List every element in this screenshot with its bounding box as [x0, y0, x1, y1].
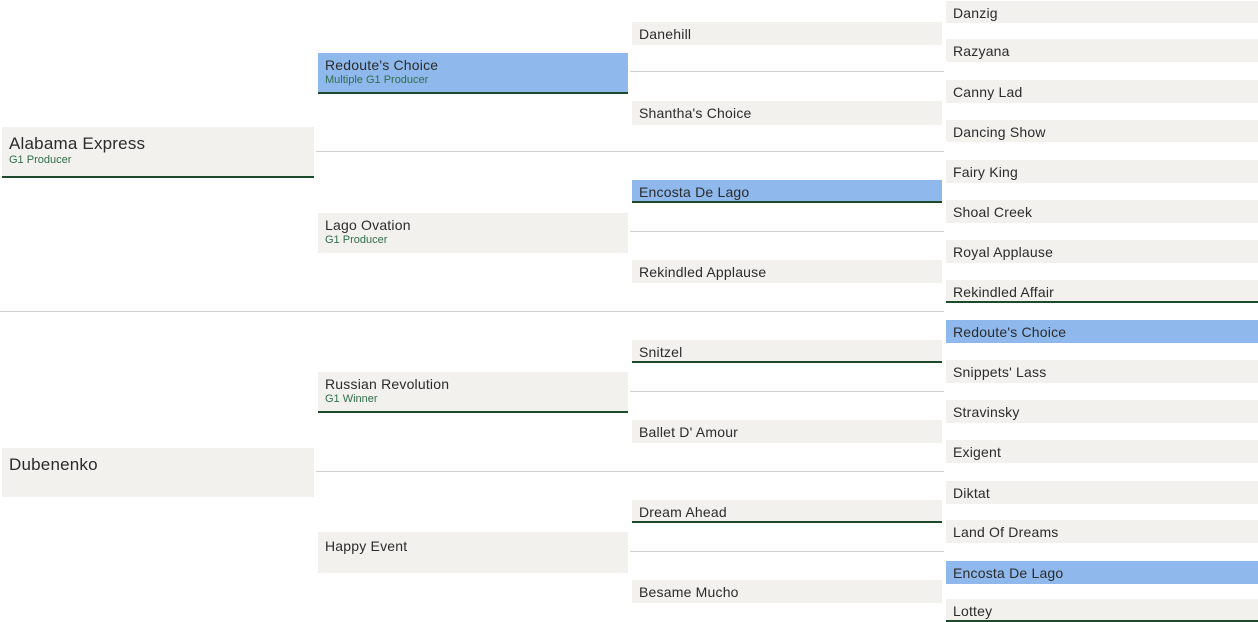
divider: [0, 311, 316, 312]
horse-danzig[interactable]: Danzig: [946, 1, 1258, 23]
horse-status: G1 Producer: [9, 154, 72, 166]
horse-name: Happy Event: [325, 538, 408, 554]
horse-name: Diktat: [953, 485, 990, 501]
horse-status: G1 Winner: [325, 393, 378, 405]
horse-name: Razyana: [953, 43, 1010, 59]
horse-russian-revolution[interactable]: Russian Revolution G1 Winner: [318, 372, 628, 413]
horse-status: Multiple G1 Producer: [325, 74, 429, 86]
divider: [630, 71, 944, 72]
horse-name: Shoal Creek: [953, 204, 1033, 220]
horse-fairy-king[interactable]: Fairy King: [946, 160, 1258, 183]
divider: [630, 391, 944, 392]
horse-name: Canny Lad: [953, 84, 1023, 100]
divider: [630, 151, 944, 152]
horse-shoal-creek[interactable]: Shoal Creek: [946, 200, 1258, 223]
horse-rekindled-applause[interactable]: Rekindled Applause: [632, 260, 942, 283]
horse-land-of-dreams[interactable]: Land Of Dreams: [946, 520, 1258, 543]
horse-ballet-d-amour[interactable]: Ballet D' Amour: [632, 420, 942, 443]
horse-name: Lottey: [953, 603, 993, 619]
horse-name: Russian Revolution: [325, 376, 450, 392]
horse-alabama-express[interactable]: Alabama Express G1 Producer: [2, 127, 314, 178]
horse-canny-lad[interactable]: Canny Lad: [946, 80, 1258, 103]
horse-name: Dream Ahead: [639, 504, 727, 520]
pedigree-generation-4: Danzig Razyana Canny Lad Dancing Show Fa…: [944, 0, 1258, 622]
horse-name: Royal Applause: [953, 244, 1054, 260]
horse-diktat[interactable]: Diktat: [946, 481, 1258, 504]
pedigree-generation-3: Danehill Shantha's Choice Encosta De Lag…: [630, 0, 944, 622]
horse-name: Ballet D' Amour: [639, 424, 739, 440]
divider: [316, 471, 630, 472]
horse-name: Redoute's Choice: [953, 324, 1067, 340]
horse-dream-ahead[interactable]: Dream Ahead: [632, 500, 942, 523]
divider: [316, 151, 630, 152]
horse-besame-mucho[interactable]: Besame Mucho: [632, 580, 942, 603]
horse-razyana[interactable]: Razyana: [946, 39, 1258, 62]
horse-name: Rekindled Affair: [953, 284, 1055, 300]
horse-name: Stravinsky: [953, 404, 1020, 420]
horse-name: Shantha's Choice: [639, 105, 752, 121]
horse-name: Fairy King: [953, 164, 1019, 180]
horse-name: Snippets' Lass: [953, 364, 1047, 380]
horse-stravinsky[interactable]: Stravinsky: [946, 400, 1258, 423]
horse-exigent[interactable]: Exigent: [946, 440, 1258, 463]
horse-name: Snitzel: [639, 344, 683, 360]
divider: [630, 311, 944, 312]
horse-shanthas-choice[interactable]: Shantha's Choice: [632, 101, 942, 125]
horse-dubenenko[interactable]: Dubenenko: [2, 448, 314, 497]
horse-lottey[interactable]: Lottey: [946, 599, 1258, 622]
horse-danehill[interactable]: Danehill: [632, 22, 942, 45]
divider: [630, 231, 944, 232]
horse-status: G1 Producer: [325, 234, 388, 246]
horse-name: Encosta De Lago: [639, 184, 750, 200]
horse-name: Redoute's Choice: [325, 57, 439, 73]
horse-name: Lago Ovation: [325, 217, 411, 233]
horse-royal-applause[interactable]: Royal Applause: [946, 240, 1258, 263]
divider: [630, 471, 944, 472]
horse-name: Besame Mucho: [639, 584, 739, 600]
horse-snitzel[interactable]: Snitzel: [632, 340, 942, 363]
horse-happy-event[interactable]: Happy Event: [318, 532, 628, 573]
horse-name: Encosta De Lago: [953, 565, 1064, 581]
divider: [630, 551, 944, 552]
horse-redoutes-choice-g4[interactable]: Redoute's Choice: [946, 320, 1258, 343]
horse-name: Alabama Express: [9, 134, 146, 153]
horse-name: Rekindled Applause: [639, 264, 767, 280]
horse-encosta-de-lago-g4[interactable]: Encosta De Lago: [946, 561, 1258, 584]
pedigree-generation-2: Redoute's Choice Multiple G1 Producer La…: [316, 0, 630, 622]
horse-name: Dancing Show: [953, 124, 1046, 140]
horse-redoutes-choice[interactable]: Redoute's Choice Multiple G1 Producer: [318, 53, 628, 94]
horse-encosta-de-lago[interactable]: Encosta De Lago: [632, 180, 942, 203]
horse-name: Dubenenko: [9, 455, 98, 474]
horse-snippets-lass[interactable]: Snippets' Lass: [946, 360, 1258, 383]
horse-lago-ovation[interactable]: Lago Ovation G1 Producer: [318, 213, 628, 253]
horse-name: Danzig: [953, 5, 998, 21]
horse-dancing-show[interactable]: Dancing Show: [946, 120, 1258, 142]
horse-rekindled-affair[interactable]: Rekindled Affair: [946, 280, 1258, 303]
horse-name: Exigent: [953, 444, 1002, 460]
horse-name: Land Of Dreams: [953, 524, 1059, 540]
pedigree-generation-1: Alabama Express G1 Producer Dubenenko: [0, 0, 316, 622]
divider: [316, 311, 630, 312]
horse-name: Danehill: [639, 26, 692, 42]
